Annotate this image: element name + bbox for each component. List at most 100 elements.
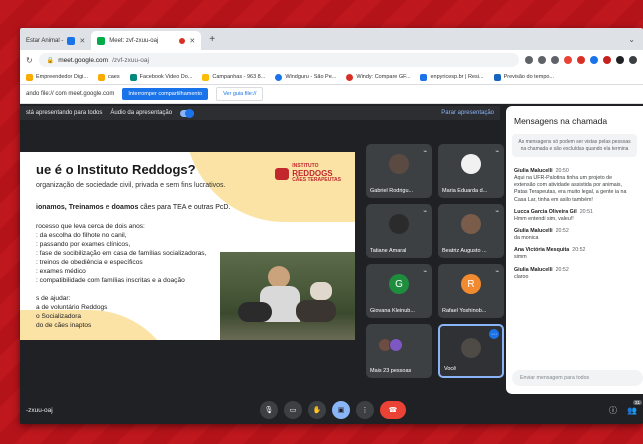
- tab-label: Estar Animal -: [26, 37, 64, 44]
- message-text: simm: [514, 254, 527, 261]
- side-controls: ⓘ 👥 31: [609, 399, 642, 416]
- message-text: claroo: [514, 273, 529, 280]
- tab-label: Meet: zvf-zxuu-oaj: [109, 37, 159, 44]
- present-button[interactable]: ▣: [332, 401, 350, 419]
- slide-line: do de cães inaptos: [36, 322, 92, 329]
- people-count-badge: 31: [632, 399, 642, 405]
- message-time: 20:52: [572, 247, 586, 254]
- message-author: Giulia Malucelli: [514, 227, 553, 234]
- logo-text: INSTITUTO REDDOGS CÃES TERAPEUTAS: [292, 163, 341, 184]
- stop-presenting-button[interactable]: Parar apresentação: [441, 110, 494, 116]
- participant-name: Giovana Kleinub...: [370, 308, 415, 314]
- participant-name: Maria Eduarda d...: [442, 188, 488, 194]
- stop-sharing-button[interactable]: Interromper compartilhamento: [122, 88, 209, 100]
- end-call-button[interactable]: ☎: [380, 401, 406, 419]
- presentation-audio-toggle[interactable]: [180, 108, 195, 118]
- url-field[interactable]: 🔒 meet.google.com/zvf-zxuu-oaj: [38, 53, 519, 67]
- presentation-audio-label: Áudio da apresentação: [110, 110, 173, 116]
- bookmark-item[interactable]: Previsão do tempo...: [493, 73, 555, 81]
- photo-dog: [238, 302, 272, 322]
- meet-icon: [97, 36, 106, 45]
- mic-off-icon: ⌁: [495, 149, 499, 155]
- photo-dog: [310, 282, 332, 300]
- photo-dog: [296, 300, 336, 322]
- slide-line: rocesso que leva cerca de dois anos:: [36, 223, 145, 230]
- slide-line: : da escolha do filhote no canil,: [36, 232, 127, 239]
- message-text: Aqui na UFR-Palotina tinha um projeto de…: [514, 175, 627, 203]
- bookmark-label: Previsão do tempo...: [503, 74, 555, 80]
- self-video-tile[interactable]: ⋯ Você: [438, 324, 504, 378]
- puzzle-icon[interactable]: [629, 56, 637, 64]
- participant-name: Mais 23 pessoas: [370, 368, 412, 374]
- extension-icon[interactable]: [603, 56, 611, 64]
- chat-input[interactable]: Enviar mensagem para todos: [512, 370, 643, 386]
- slide-action-line: ionamos, Treinamos e doamos cães para TE…: [36, 204, 230, 211]
- presentation-bar: stá apresentando para todos Áudio da apr…: [20, 106, 500, 120]
- new-tab-button[interactable]: +: [201, 34, 223, 45]
- tab-estar-animal[interactable]: Estar Animal - ✕: [20, 31, 91, 50]
- bookmark-icon: [26, 73, 33, 81]
- message-text: Hmm entendi sim, valeu!!: [514, 215, 574, 222]
- view-tab-button[interactable]: Ver guia file://: [216, 87, 264, 101]
- more-participants-tile[interactable]: Mais 23 pessoas: [366, 324, 432, 378]
- participant-tile[interactable]: ⌁ Beatriz Augusto ...: [438, 204, 504, 258]
- slide-line: o Socializadora: [36, 313, 82, 320]
- chat-panel: Mensagens na chamada As mensagens só pod…: [506, 106, 643, 394]
- bookmark-label: enpyricesp.br | Resi...: [430, 74, 484, 80]
- extension-icon[interactable]: [564, 56, 572, 64]
- bookmark-item[interactable]: Campanhas - 963 8...: [202, 73, 265, 81]
- bookmark-item[interactable]: Empreendedor Digi...: [26, 73, 88, 81]
- slide-line: a de voluntário Reddogs: [36, 304, 108, 311]
- presentation-slide: ue é o Instituto Reddogs? organização de…: [20, 152, 355, 340]
- mic-off-icon: ⌁: [423, 149, 427, 155]
- slide-line: : passando por exames clínicos,: [36, 241, 131, 248]
- slide-action-mid: e: [103, 204, 112, 211]
- extension-icon[interactable]: [590, 56, 598, 64]
- meet-area: stá apresentando para todos Áudio da apr…: [20, 104, 643, 424]
- chevron-down-icon[interactable]: ⌄: [620, 35, 643, 44]
- more-options-icon[interactable]: ⋯: [489, 329, 499, 339]
- raise-hand-button[interactable]: ✋: [308, 401, 326, 419]
- bookmark-label: Empreendedor Digi...: [36, 74, 88, 80]
- participant-tile[interactable]: ⌁ Tatiane Amaral: [366, 204, 432, 258]
- paw-icon: [275, 167, 290, 180]
- participant-tile[interactable]: ⌁ G Giovana Kleinub...: [366, 264, 432, 318]
- mic-button[interactable]: 🎙: [260, 401, 278, 419]
- slide-line: s de ajudar:: [36, 295, 71, 302]
- participant-tile[interactable]: ⌁ Maria Eduarda d...: [438, 144, 504, 198]
- chat-message: Lucca Garcia Oliveira Gil 20:51 Hmm enten…: [506, 204, 643, 223]
- participant-name: Beatriz Augusto ...: [442, 248, 487, 254]
- more-options-button[interactable]: ⋮: [356, 401, 374, 419]
- slide-line: : treinos de obediência e específicos: [36, 259, 143, 266]
- close-icon[interactable]: ✕: [189, 37, 195, 45]
- bookmark-icon: [346, 73, 354, 81]
- bookmark-item[interactable]: enpyricesp.br | Resi...: [420, 73, 484, 81]
- bookmark-label: Windguru - São Pe...: [285, 74, 337, 80]
- bookmark-item[interactable]: Windy: Compare GF...: [346, 73, 410, 81]
- tab-meet[interactable]: Meet: zvf-zxuu-oaj ✕: [91, 31, 202, 50]
- control-buttons: 🎙 ▭ ✋ ▣ ⋮ ☎: [260, 401, 406, 419]
- close-icon[interactable]: ✕: [79, 37, 85, 45]
- star-icon[interactable]: [551, 56, 559, 64]
- chat-title: Mensagens na chamada: [514, 116, 608, 126]
- bookmark-item[interactable]: Windguru - São Pe...: [275, 73, 337, 81]
- participant-tile[interactable]: ⌁ R Rafael Yoshinob...: [438, 264, 504, 318]
- people-button[interactable]: 👥 31: [627, 399, 642, 415]
- bookmark-label: caes: [107, 74, 120, 80]
- participant-name: Rafael Yoshinob...: [442, 308, 487, 314]
- participant-tile[interactable]: ⌁ Gabriel Rodrigu...: [366, 144, 432, 198]
- bookmark-item[interactable]: Facebook Video Do...: [129, 73, 192, 81]
- slide-action-verb: Treinamos: [68, 204, 104, 211]
- extension-icon[interactable]: [616, 56, 624, 64]
- camera-icon[interactable]: [525, 56, 533, 64]
- reload-icon[interactable]: ↻: [26, 56, 33, 65]
- share-icon[interactable]: [538, 56, 546, 64]
- self-video: [461, 338, 481, 358]
- info-icon[interactable]: ⓘ: [609, 405, 617, 416]
- mic-off-icon: ⌁: [495, 269, 499, 275]
- bookmark-item[interactable]: caes: [97, 73, 120, 81]
- camera-button[interactable]: ▭: [284, 401, 302, 419]
- extension-icon[interactable]: [577, 56, 585, 64]
- slide-line: : fase de socibilização em casa de famíl…: [36, 250, 207, 257]
- chat-message: Giulia Malucelli 20:52 da monica: [506, 223, 643, 242]
